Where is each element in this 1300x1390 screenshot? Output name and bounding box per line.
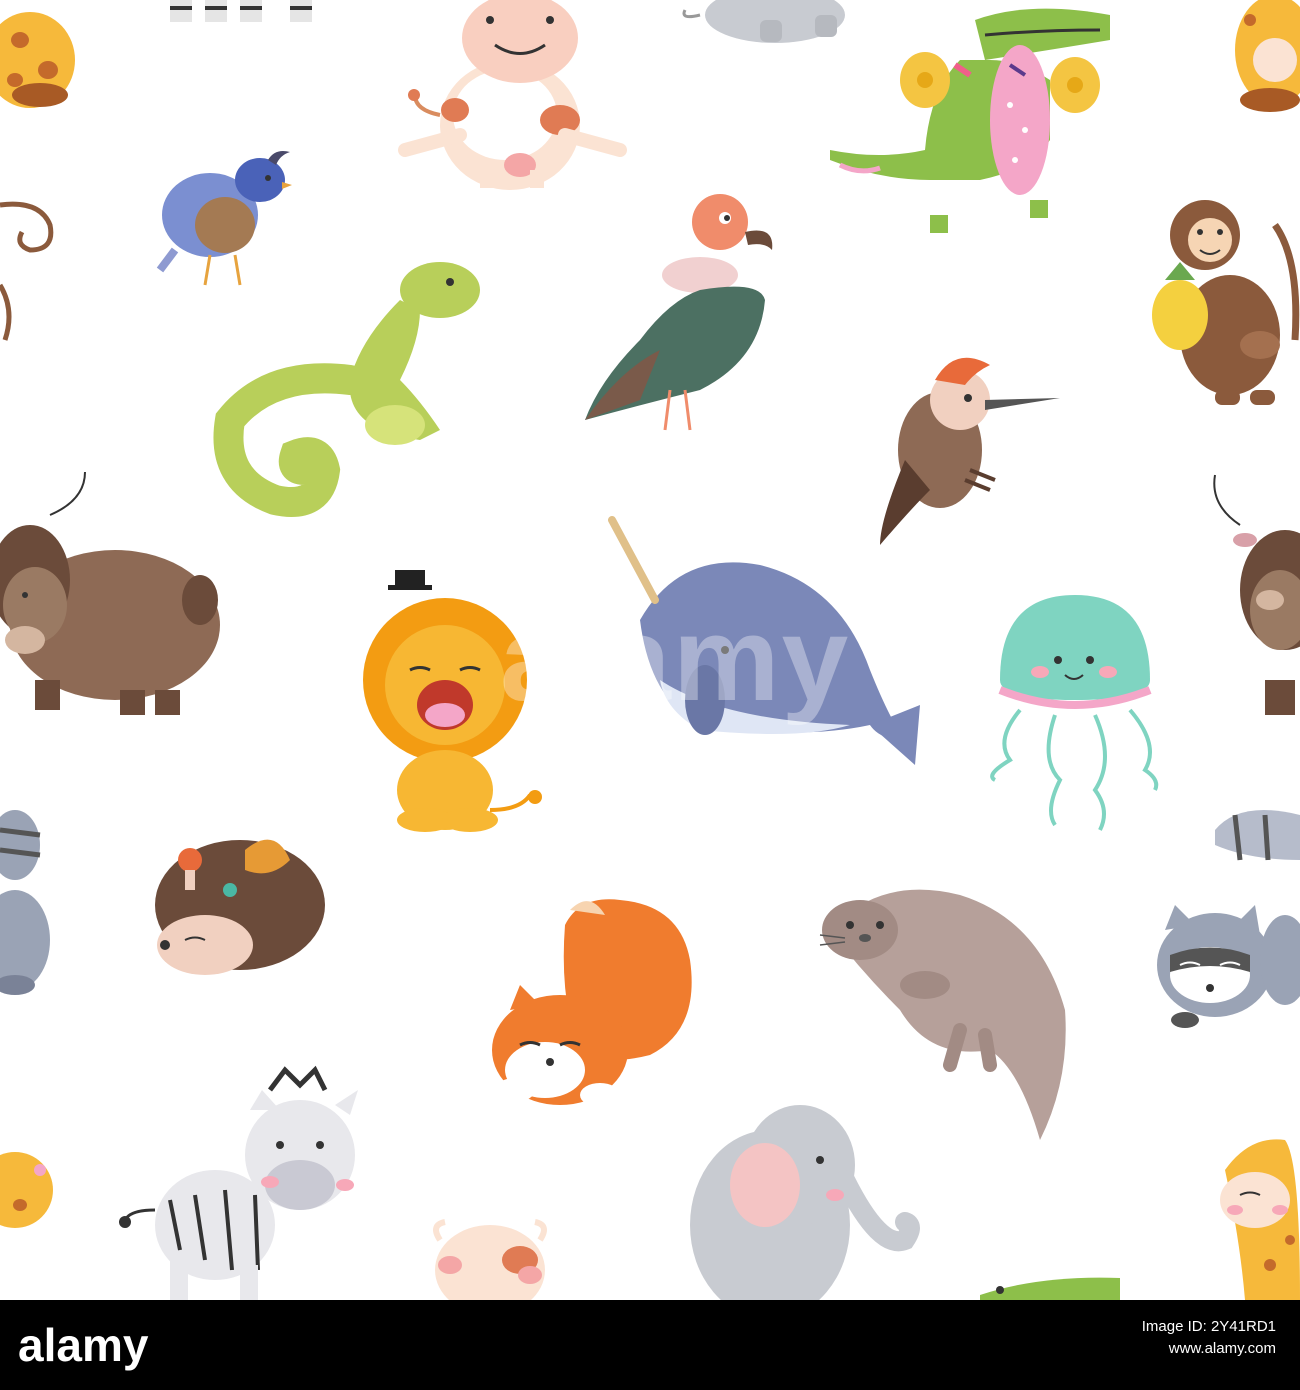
- image-id-label: Image ID: 2Y41RD1: [1141, 1318, 1276, 1335]
- footer-info: Image ID: 2Y41RD1 www.alamy.com: [1142, 1316, 1276, 1360]
- site-url-label: www.alamy.com: [1168, 1340, 1276, 1357]
- pattern-canvas: alamy: [0, 0, 1300, 1300]
- iguana: [213, 262, 480, 517]
- jellyfish: [990, 595, 1159, 831]
- giraffe-top-right: [1235, 0, 1300, 112]
- narwhal: [608, 516, 920, 765]
- woodpecker: [880, 357, 1060, 545]
- crocodile-bottom: [980, 1277, 1120, 1300]
- elephant: [690, 1105, 920, 1300]
- monkey-with-pineapple: [1152, 200, 1300, 405]
- raccoon-left: [0, 810, 50, 995]
- footer-bar: alamy Image ID: 2Y41RD1 www.alamy.com: [0, 1300, 1300, 1390]
- yak-right: [1209, 474, 1300, 715]
- giraffe-top-left: [0, 12, 75, 108]
- crocodile-with-cymbals: [830, 8, 1110, 233]
- elephant-top-cropped: [682, 0, 845, 43]
- otter: [819, 889, 1066, 1140]
- zebra-top-cropped: [170, 0, 312, 22]
- cow-head: [433, 1219, 547, 1300]
- cow-sitting: [398, 0, 627, 190]
- giraffe-bottom-right: [1220, 1139, 1300, 1300]
- quail: [156, 151, 292, 286]
- vulture: [585, 194, 773, 431]
- hedgehog: [155, 839, 325, 975]
- fox: [492, 899, 692, 1107]
- lion: [363, 570, 542, 832]
- footer-logo: alamy: [18, 1319, 149, 1371]
- yak: [0, 471, 220, 715]
- animal-pattern: [0, 0, 1300, 1300]
- zebra: [119, 1065, 358, 1300]
- monkey-tail-left: [0, 201, 54, 341]
- raccoon-right: [1157, 810, 1300, 1028]
- giraffe-bottom-left: [0, 1152, 53, 1228]
